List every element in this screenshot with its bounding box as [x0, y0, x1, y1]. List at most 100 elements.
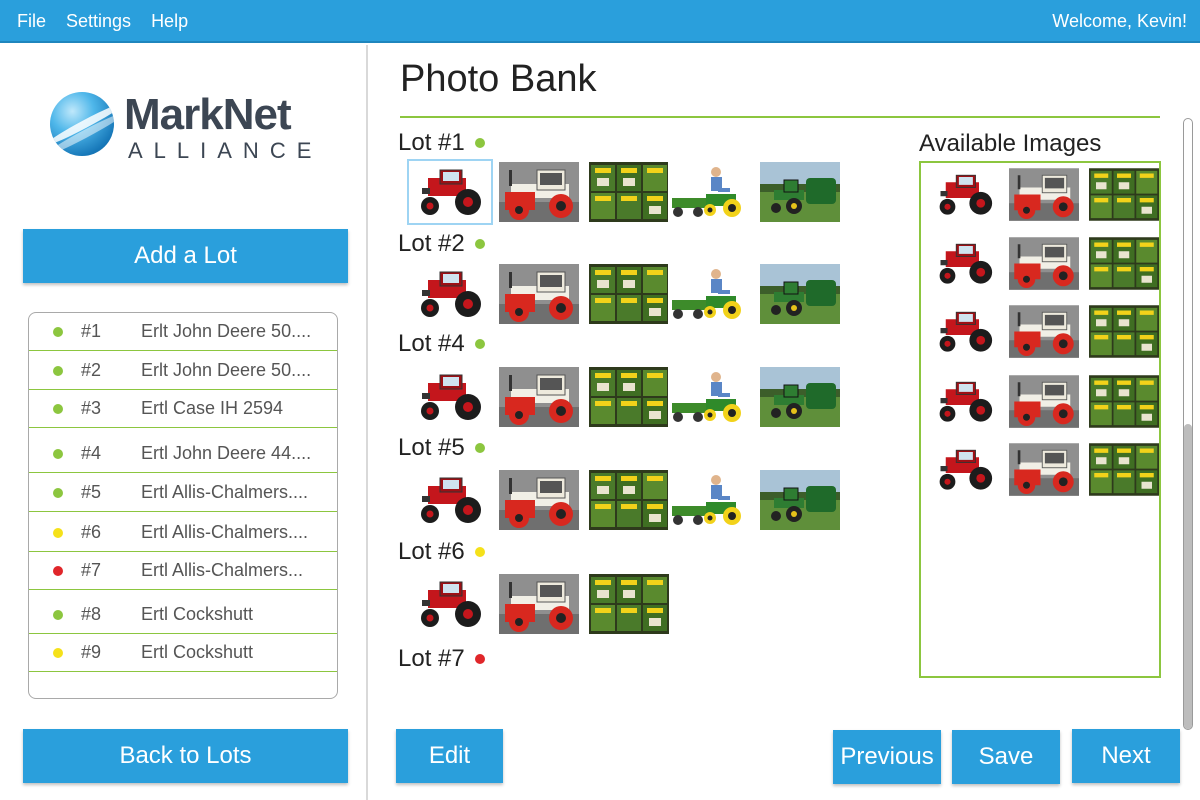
white-tractor-photo[interactable]	[499, 162, 579, 222]
status-dot	[53, 565, 63, 576]
toy-boxes-photo[interactable]	[589, 574, 669, 634]
lot-group-title: Lot #4	[398, 330, 465, 357]
lot-name: Ertl Allis-Chalmers...	[141, 560, 304, 580]
add-lot-button[interactable]: Add a Lot	[23, 229, 348, 283]
scrollbar[interactable]	[1183, 118, 1193, 730]
available-white-tractor-photo[interactable]	[1009, 167, 1079, 222]
menu-bar: File Settings Help	[0, 0, 191, 43]
previous-button[interactable]: Previous	[833, 730, 941, 784]
available-toy-boxes-photo[interactable]	[1089, 167, 1159, 222]
toy-boxes-photo[interactable]	[589, 367, 669, 427]
lot-name: Erlt John Deere 50....	[141, 360, 312, 380]
lot-group-title: Lot #1	[398, 129, 465, 156]
lot-name: Ertl Cockshutt	[141, 604, 254, 624]
save-button[interactable]: Save	[952, 730, 1060, 784]
page-title: Photo Bank	[400, 58, 597, 100]
lot-number: #7	[81, 560, 102, 580]
status-dot	[474, 654, 485, 664]
edit-button[interactable]: Edit	[396, 729, 503, 783]
lot-number: #3	[81, 398, 102, 418]
logo-wordmark: MarkNet	[124, 90, 292, 139]
green-tractor-photo[interactable]	[760, 162, 840, 222]
available-toy-boxes-photo[interactable]	[1089, 236, 1159, 291]
red-tractor-photo[interactable]	[410, 470, 490, 530]
red-tractor-photo[interactable]	[410, 264, 490, 324]
lot-list-item[interactable]: #8 Ertl Cockshutt	[29, 596, 337, 634]
menu-settings[interactable]: Settings	[66, 11, 131, 32]
menu-help[interactable]: Help	[151, 11, 188, 32]
available-white-tractor-photo[interactable]	[1009, 374, 1079, 429]
white-tractor-photo[interactable]	[499, 574, 579, 634]
lot-group-label: Lot #6	[398, 538, 485, 566]
marknet-logo: MarkNet ALLIANCE	[50, 90, 320, 163]
lot-group-label: Lot #4	[398, 330, 485, 358]
available-red-tractor-photo[interactable]	[930, 304, 1000, 359]
white-tractor-photo[interactable]	[499, 470, 579, 530]
top-bar: File Settings Help Welcome, Kevin!	[0, 0, 1200, 43]
status-dot	[474, 239, 485, 249]
status-dot	[53, 647, 63, 658]
lot-list-item[interactable]: #3 Ertl Case IH 2594	[29, 390, 337, 428]
lot-number: #9	[81, 642, 102, 662]
kid-on-tractor-photo[interactable]	[668, 162, 748, 222]
available-red-tractor-photo[interactable]	[930, 236, 1000, 291]
lot-list-item[interactable]: #9 Ertl Cockshutt	[29, 634, 337, 672]
white-tractor-photo[interactable]	[499, 367, 579, 427]
available-white-tractor-photo[interactable]	[1009, 304, 1079, 359]
lot-name: Ertl John Deere 44....	[141, 443, 312, 463]
status-dot	[474, 339, 485, 349]
welcome-message: Welcome, Kevin!	[1052, 11, 1187, 31]
sidebar: MarkNet ALLIANCE Add a Lot #1 Erlt John D…	[0, 45, 368, 800]
available-toy-boxes-photo[interactable]	[1089, 304, 1159, 359]
lot-list-item[interactable]: #7 Ertl Allis-Chalmers...	[29, 552, 337, 590]
lot-group-label: Lot #7	[398, 645, 485, 673]
available-red-tractor-photo[interactable]	[930, 442, 1000, 497]
lot-list-item[interactable]: #2 Erlt John Deere 50....	[29, 352, 337, 390]
available-white-tractor-photo[interactable]	[1009, 442, 1079, 497]
lot-group-label: Lot #5	[398, 434, 485, 462]
logo-subtitle: ALLIANCE	[128, 138, 323, 163]
toy-boxes-photo[interactable]	[589, 470, 669, 530]
green-tractor-photo[interactable]	[760, 367, 840, 427]
lot-name: Ertl Allis-Chalmers....	[141, 482, 309, 502]
menu-file[interactable]: File	[17, 11, 46, 32]
lot-number: #6	[81, 522, 102, 542]
kid-on-tractor-photo[interactable]	[668, 264, 748, 324]
title-divider	[400, 116, 1160, 118]
available-red-tractor-photo[interactable]	[930, 374, 1000, 429]
back-to-lots-button[interactable]: Back to Lots	[23, 729, 348, 783]
status-dot	[53, 365, 63, 376]
green-tractor-photo[interactable]	[760, 470, 840, 530]
kid-on-tractor-photo[interactable]	[668, 367, 748, 427]
scrollbar-thumb[interactable]	[1184, 424, 1192, 729]
lot-name: Ertl Allis-Chalmers....	[141, 522, 309, 542]
globe-icon	[50, 92, 114, 156]
lot-group-label: Lot #1	[398, 129, 485, 157]
red-tractor-photo[interactable]	[407, 159, 493, 225]
lot-group-title: Lot #7	[398, 645, 465, 672]
status-dot	[474, 443, 485, 453]
red-tractor-photo[interactable]	[410, 367, 490, 427]
lot-list-item[interactable]: #5 Ertl Allis-Chalmers....	[29, 474, 337, 512]
available-toy-boxes-photo[interactable]	[1089, 374, 1159, 429]
status-dot	[53, 326, 63, 337]
lot-list-item[interactable]: #6 Ertl Allis-Chalmers....	[29, 514, 337, 552]
lot-number: #4	[81, 443, 102, 463]
status-dot	[474, 138, 485, 148]
next-button[interactable]: Next	[1072, 729, 1180, 783]
toy-boxes-photo[interactable]	[589, 162, 669, 222]
green-tractor-photo[interactable]	[760, 264, 840, 324]
available-white-tractor-photo[interactable]	[1009, 236, 1079, 291]
toy-boxes-photo[interactable]	[589, 264, 669, 324]
kid-on-tractor-photo[interactable]	[668, 470, 748, 530]
lot-list-item[interactable]: #1 Erlt John Deere 50....	[29, 313, 337, 351]
lot-list: #1 Erlt John Deere 50.... #2 Erlt John Deer…	[28, 312, 338, 699]
lot-list-item[interactable]: #4 Ertl John Deere 44....	[29, 435, 337, 473]
white-tractor-photo[interactable]	[499, 264, 579, 324]
lot-group-label: Lot #2	[398, 230, 485, 258]
red-tractor-photo[interactable]	[410, 574, 490, 634]
lot-number: #1	[81, 321, 102, 341]
available-toy-boxes-photo[interactable]	[1089, 442, 1159, 497]
available-images-title: Available Images	[919, 130, 1102, 157]
available-red-tractor-photo[interactable]	[930, 167, 1000, 222]
